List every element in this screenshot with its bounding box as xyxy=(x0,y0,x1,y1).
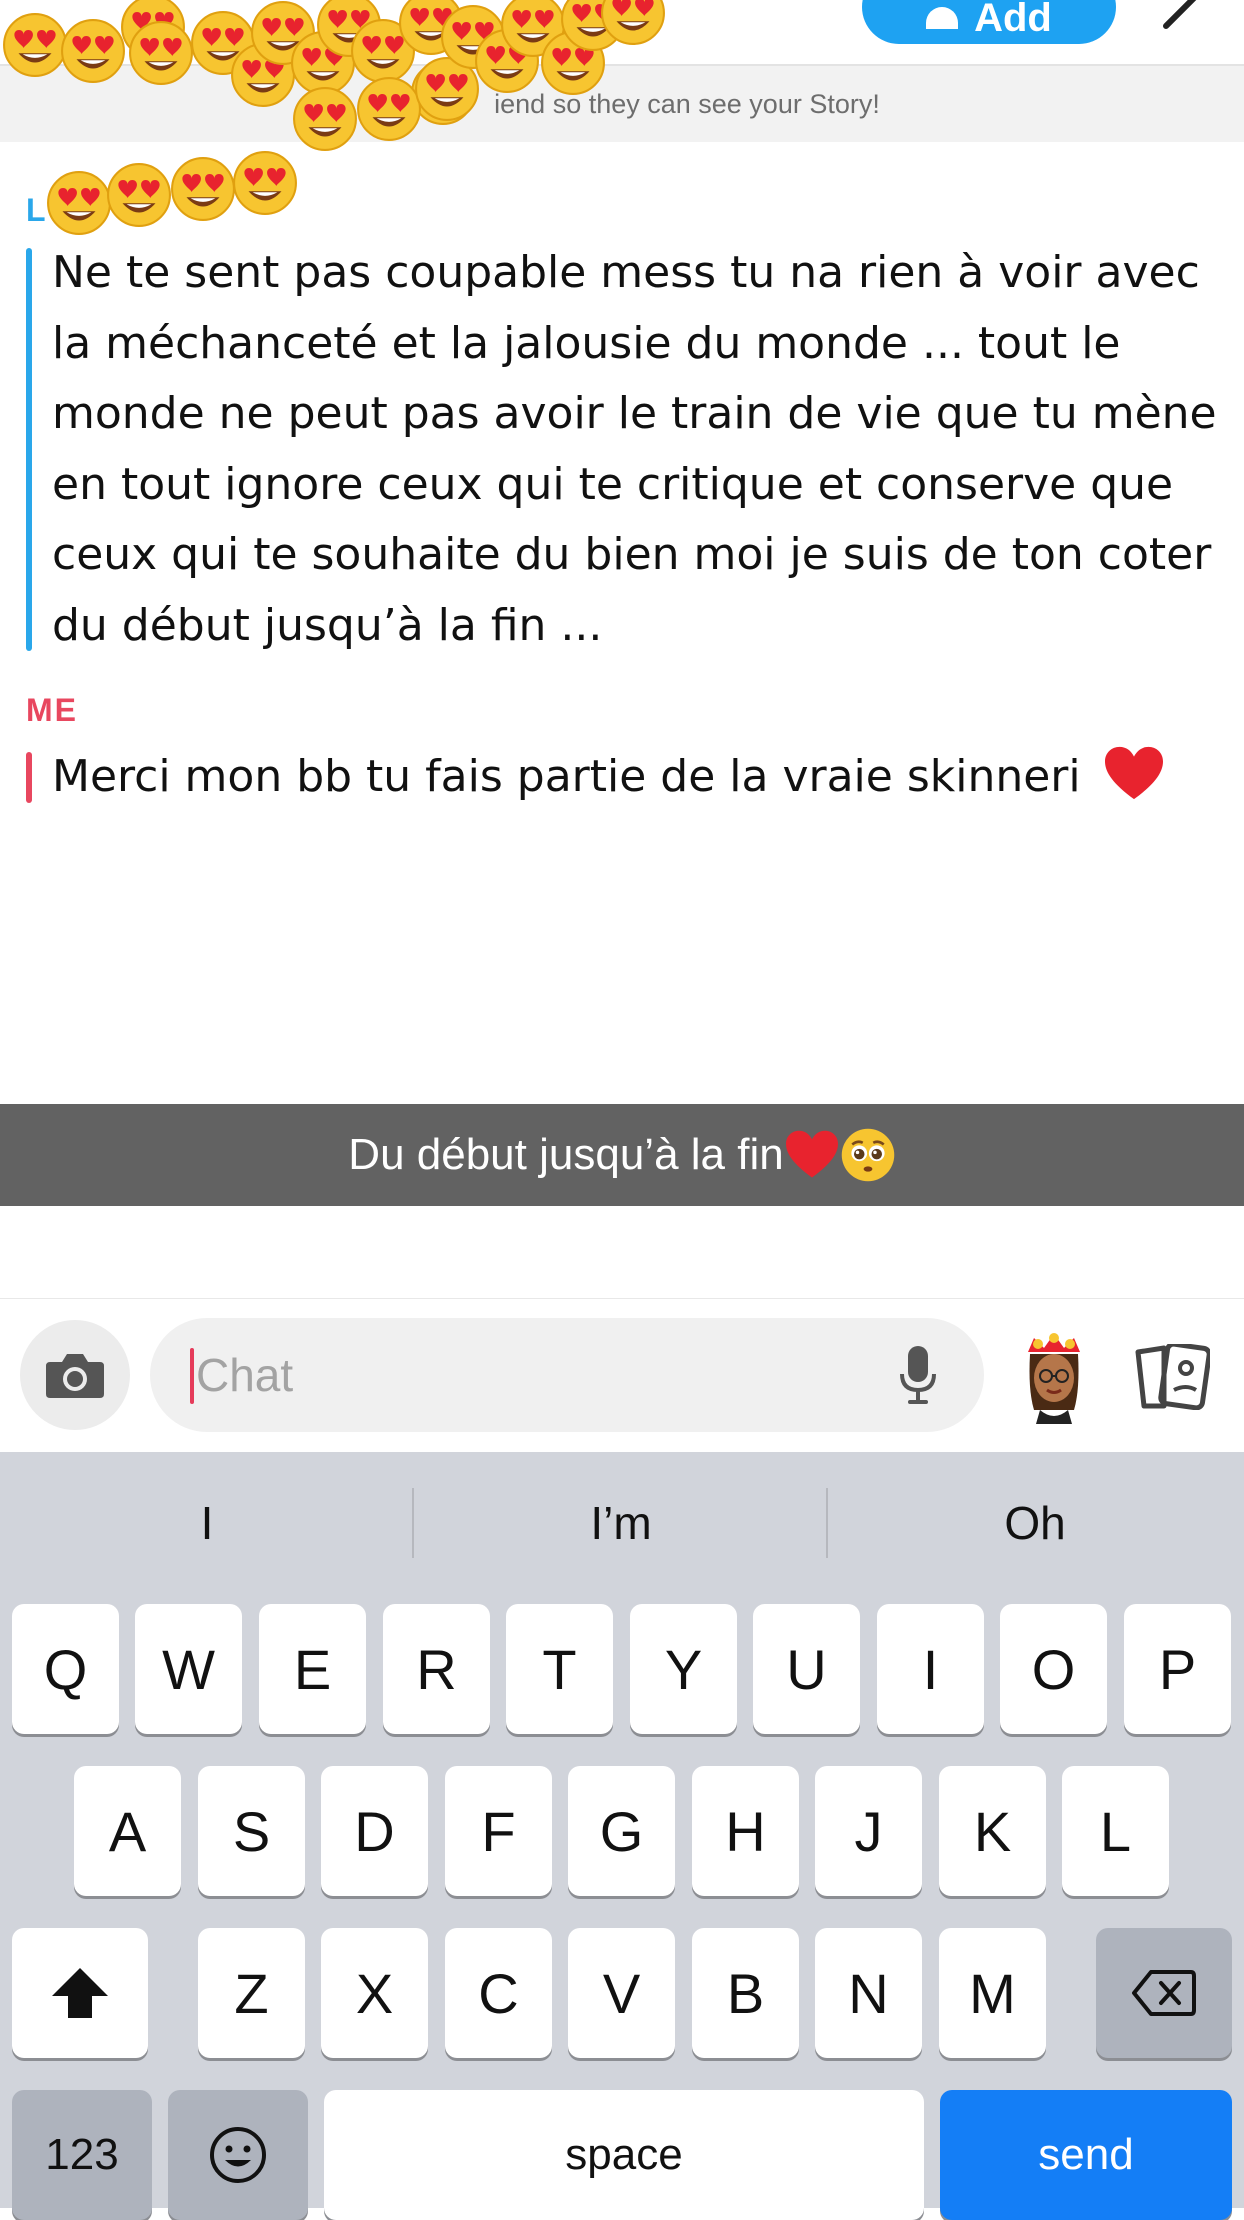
heart-eyes-emoji xyxy=(560,0,626,52)
backspace-icon xyxy=(1132,1970,1196,2016)
send-key[interactable]: send xyxy=(940,2090,1232,2220)
key-c[interactable]: C xyxy=(445,1928,552,2058)
heart-eyes-emoji xyxy=(106,162,172,228)
heart-eyes-emoji xyxy=(440,4,506,70)
red-heart-icon xyxy=(785,1130,838,1178)
key-o[interactable]: O xyxy=(1000,1604,1107,1734)
snap-caption: Du début jusqu’à la fin xyxy=(0,1104,1244,1206)
composer-divider xyxy=(0,1298,1244,1299)
key-w[interactable]: W xyxy=(135,1604,242,1734)
key-d[interactable]: D xyxy=(321,1766,428,1896)
text-cursor xyxy=(190,1348,194,1404)
key-a[interactable]: A xyxy=(74,1766,181,1896)
delete-key[interactable] xyxy=(1096,1928,1232,2058)
key-s[interactable]: S xyxy=(198,1766,305,1896)
cards-icon[interactable] xyxy=(1134,1344,1210,1410)
chat-message-friend[interactable]: Ne te sent pas coupable mess tu na rien … xyxy=(26,238,1226,661)
key-z[interactable]: Z xyxy=(198,1928,305,2058)
suggestion-2[interactable]: I’m xyxy=(414,1452,828,1594)
chat-input[interactable] xyxy=(194,1347,798,1403)
heart-eyes-emoji xyxy=(500,0,566,58)
space-key[interactable]: space xyxy=(324,2090,924,2220)
caption-text: Du début jusqu’à la fin xyxy=(348,1130,784,1179)
pencil-icon[interactable] xyxy=(1162,0,1210,30)
suggestion-1[interactable]: I xyxy=(0,1452,414,1594)
key-p[interactable]: P xyxy=(1124,1604,1231,1734)
key-l[interactable]: L xyxy=(1062,1766,1169,1896)
key-x[interactable]: X xyxy=(321,1928,428,2058)
add-friend-button[interactable]: Add xyxy=(862,0,1116,44)
heart-eyes-emoji xyxy=(600,0,666,46)
red-heart-icon xyxy=(1104,746,1163,800)
heart-eyes-emoji xyxy=(398,0,464,56)
key-n[interactable]: N xyxy=(815,1928,922,2058)
bitmoji-avatar[interactable] xyxy=(1020,1330,1088,1424)
heart-eyes-emoji xyxy=(316,0,382,58)
add-button-label: Add xyxy=(974,0,1052,40)
key-h[interactable]: H xyxy=(692,1766,799,1896)
emoji-icon xyxy=(210,2127,266,2183)
numbers-key[interactable]: 123 xyxy=(12,2090,152,2220)
pleading-face-icon xyxy=(841,1128,894,1182)
key-v[interactable]: V xyxy=(568,1928,675,2058)
heart-eyes-emoji xyxy=(46,170,112,236)
key-q[interactable]: Q xyxy=(12,1604,119,1734)
add-person-icon xyxy=(926,7,959,29)
key-m[interactable]: M xyxy=(939,1928,1046,2058)
shift-key[interactable] xyxy=(12,1928,148,2058)
sender-label-friend: L xyxy=(26,192,48,228)
microphone-icon[interactable] xyxy=(898,1344,938,1406)
camera-icon xyxy=(46,1354,104,1398)
story-banner: iend so they can see your Story! xyxy=(0,66,1244,142)
ios-keyboard: I I’m Oh Q W E R T Y U I O P A S D F G H… xyxy=(0,1452,1244,2220)
chat-message-me[interactable]: Merci mon bb tu fais partie de la vraie … xyxy=(26,742,1226,813)
heart-eyes-emoji xyxy=(120,0,186,60)
key-u[interactable]: U xyxy=(753,1604,860,1734)
key-k[interactable]: K xyxy=(939,1766,1046,1896)
sender-label-me: ME xyxy=(26,692,78,728)
key-i[interactable]: I xyxy=(877,1604,984,1734)
key-b[interactable]: B xyxy=(692,1928,799,2058)
emoji-key[interactable] xyxy=(168,2090,308,2220)
banner-text: iend so they can see your Story! xyxy=(494,88,880,119)
chat-input-container[interactable] xyxy=(150,1318,984,1432)
key-r[interactable]: R xyxy=(383,1604,490,1734)
key-t[interactable]: T xyxy=(506,1604,613,1734)
key-j[interactable]: J xyxy=(815,1766,922,1896)
camera-button[interactable] xyxy=(20,1320,130,1430)
key-f[interactable]: F xyxy=(445,1766,552,1896)
heart-eyes-emoji xyxy=(250,0,316,66)
suggestion-3[interactable]: Oh xyxy=(828,1452,1242,1594)
heart-eyes-emoji xyxy=(170,156,236,222)
shift-icon xyxy=(52,1968,108,2018)
key-g[interactable]: G xyxy=(568,1766,675,1896)
key-y[interactable]: Y xyxy=(630,1604,737,1734)
heart-eyes-emoji xyxy=(232,150,298,216)
key-e[interactable]: E xyxy=(259,1604,366,1734)
message-text: Merci mon bb tu fais partie de la vraie … xyxy=(52,751,1081,802)
